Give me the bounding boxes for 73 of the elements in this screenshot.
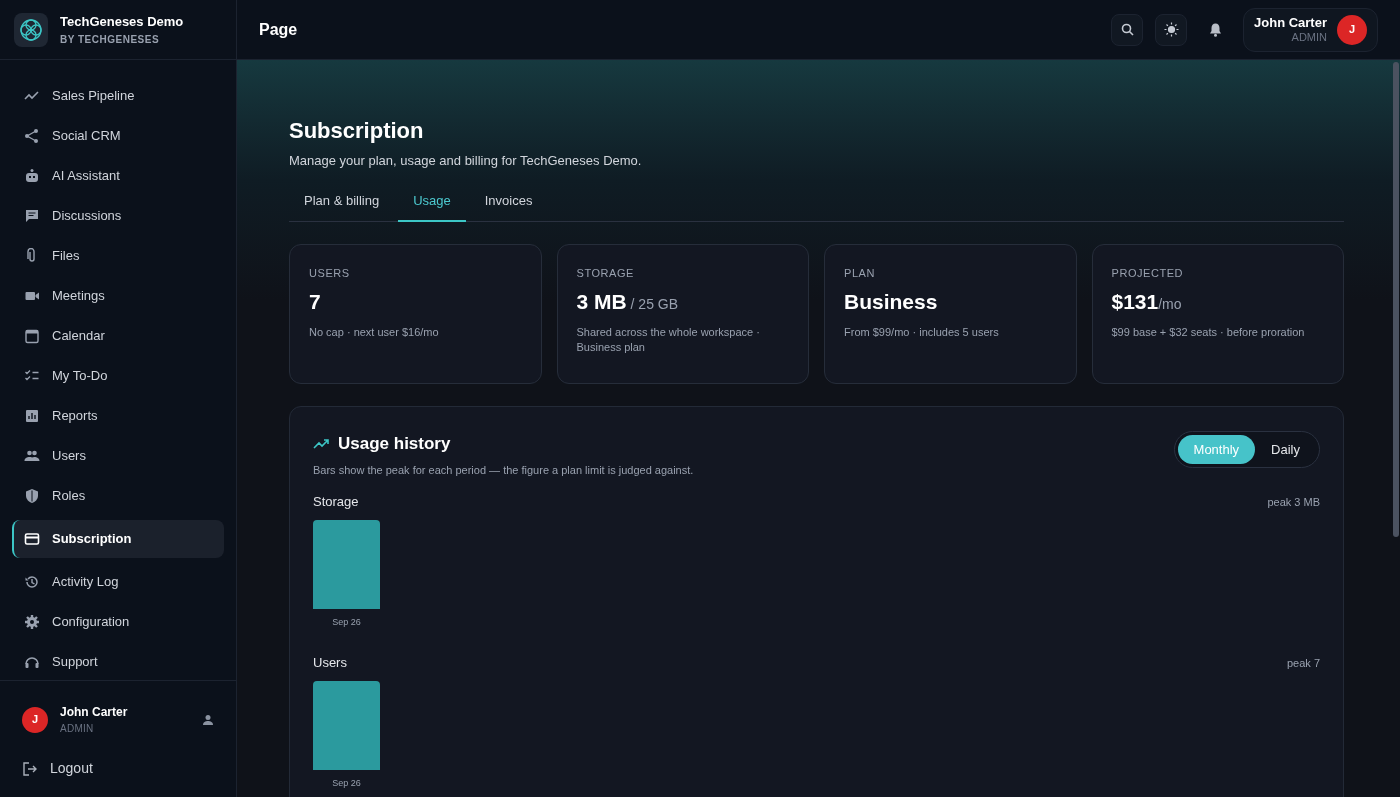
gear-icon: [24, 614, 40, 630]
stat-value: $131: [1111, 288, 1159, 315]
logout-icon: [22, 760, 38, 777]
trend-icon: [313, 438, 330, 450]
sidebar-item[interactable]: Roles: [12, 480, 224, 512]
stat-label: STORAGE: [576, 266, 635, 281]
bar-label: Sep 26: [332, 615, 361, 629]
page-title: Subscription: [289, 117, 425, 145]
stat-note: From $99/mo · includes 5 users: [844, 325, 1000, 340]
sidebar-item[interactable]: Social CRM: [12, 120, 224, 152]
sidebar-item[interactable]: Meetings: [12, 280, 224, 312]
user-name: John Carter: [60, 704, 129, 721]
stat-note: No cap · next user $16/mo: [309, 325, 440, 340]
history-icon: [24, 574, 40, 590]
chart-title: Users: [313, 654, 347, 672]
chart-title: Storage: [313, 493, 359, 511]
tab[interactable]: Plan & billing: [289, 188, 395, 221]
profile-icon[interactable]: [202, 713, 214, 726]
stat-label: PROJECTED: [1111, 266, 1185, 281]
card-icon: [24, 531, 40, 547]
headset-icon: [24, 654, 40, 670]
shield-icon: [24, 488, 40, 504]
stat-label: PLAN: [844, 266, 876, 281]
sidebar-item[interactable]: My To-Do: [12, 360, 224, 392]
brand-name: TechGeneses Demo: [60, 13, 184, 32]
stat-unit: /mo: [1158, 295, 1182, 314]
usage-subtitle: Bars show the peak for each period — the figure a plan limit is judged against.: [313, 462, 694, 478]
stat-note: $99 base + $32 seats · before proration: [1111, 325, 1306, 340]
chart-peak: peak 3 MB: [1267, 494, 1320, 510]
sidebar-item[interactable]: Discussions: [12, 200, 224, 232]
scrollbar[interactable]: [1393, 62, 1399, 537]
calendar-icon: [24, 328, 40, 344]
sidebar-item[interactable]: AI Assistant: [12, 160, 224, 192]
sidebar-item[interactable]: Configuration: [12, 606, 224, 638]
page-subtitle: Manage your plan, usage and billing for TechGeneses Demo.: [289, 152, 643, 170]
tab[interactable]: Usage: [398, 188, 466, 222]
search-icon: [1120, 23, 1134, 36]
tab[interactable]: Invoices: [469, 188, 548, 221]
user-avatar: J: [1337, 14, 1367, 45]
page-header-title: Page: [259, 19, 298, 40]
usage-title: Usage history: [338, 433, 451, 455]
robot-icon: [24, 168, 40, 184]
user-role: ADMIN: [60, 722, 95, 736]
theme-button[interactable]: [1155, 13, 1188, 46]
sidebar-item[interactable]: Users: [12, 440, 224, 472]
stat-note: Shared across the whole workspace · Business plan: [576, 325, 761, 355]
sidebar-item[interactable]: Sales Pipeline: [12, 80, 224, 112]
sidebar-item[interactable]: Support: [12, 646, 224, 678]
sun-icon: [1163, 22, 1179, 37]
stat-value: 3 MB: [576, 288, 627, 315]
user-avatar: J: [22, 706, 48, 733]
stat-label: USERS: [309, 266, 351, 281]
sidebar-item[interactable]: Calendar: [12, 320, 224, 352]
sidebar-item[interactable]: Activity Log: [12, 566, 224, 598]
share-icon: [24, 128, 40, 144]
user-menu-button[interactable]: John Carter ADMIN J: [1243, 7, 1378, 52]
toggle-option[interactable]: Daily: [1255, 435, 1316, 464]
chart-peak: peak 7: [1286, 655, 1320, 671]
sidebar-item[interactable]: Subscription: [12, 520, 224, 558]
bell-icon: [1208, 22, 1222, 37]
stat-unit: / 25 GB: [629, 294, 679, 314]
stat-value: 7: [309, 288, 321, 315]
sidebar-item[interactable]: Reports: [12, 400, 224, 432]
logout-link[interactable]: Logout: [22, 758, 214, 779]
people-icon: [24, 448, 40, 464]
chat-icon: [24, 208, 40, 224]
search-button[interactable]: [1111, 13, 1144, 46]
sidebar-item[interactable]: Files: [12, 240, 224, 272]
stat-value: Business: [844, 288, 938, 315]
logo-icon: [14, 12, 48, 47]
chart-icon: [24, 408, 40, 424]
bar-label: Sep 26: [332, 776, 361, 790]
brand-tagline: BY TECHGENESES: [60, 32, 161, 47]
